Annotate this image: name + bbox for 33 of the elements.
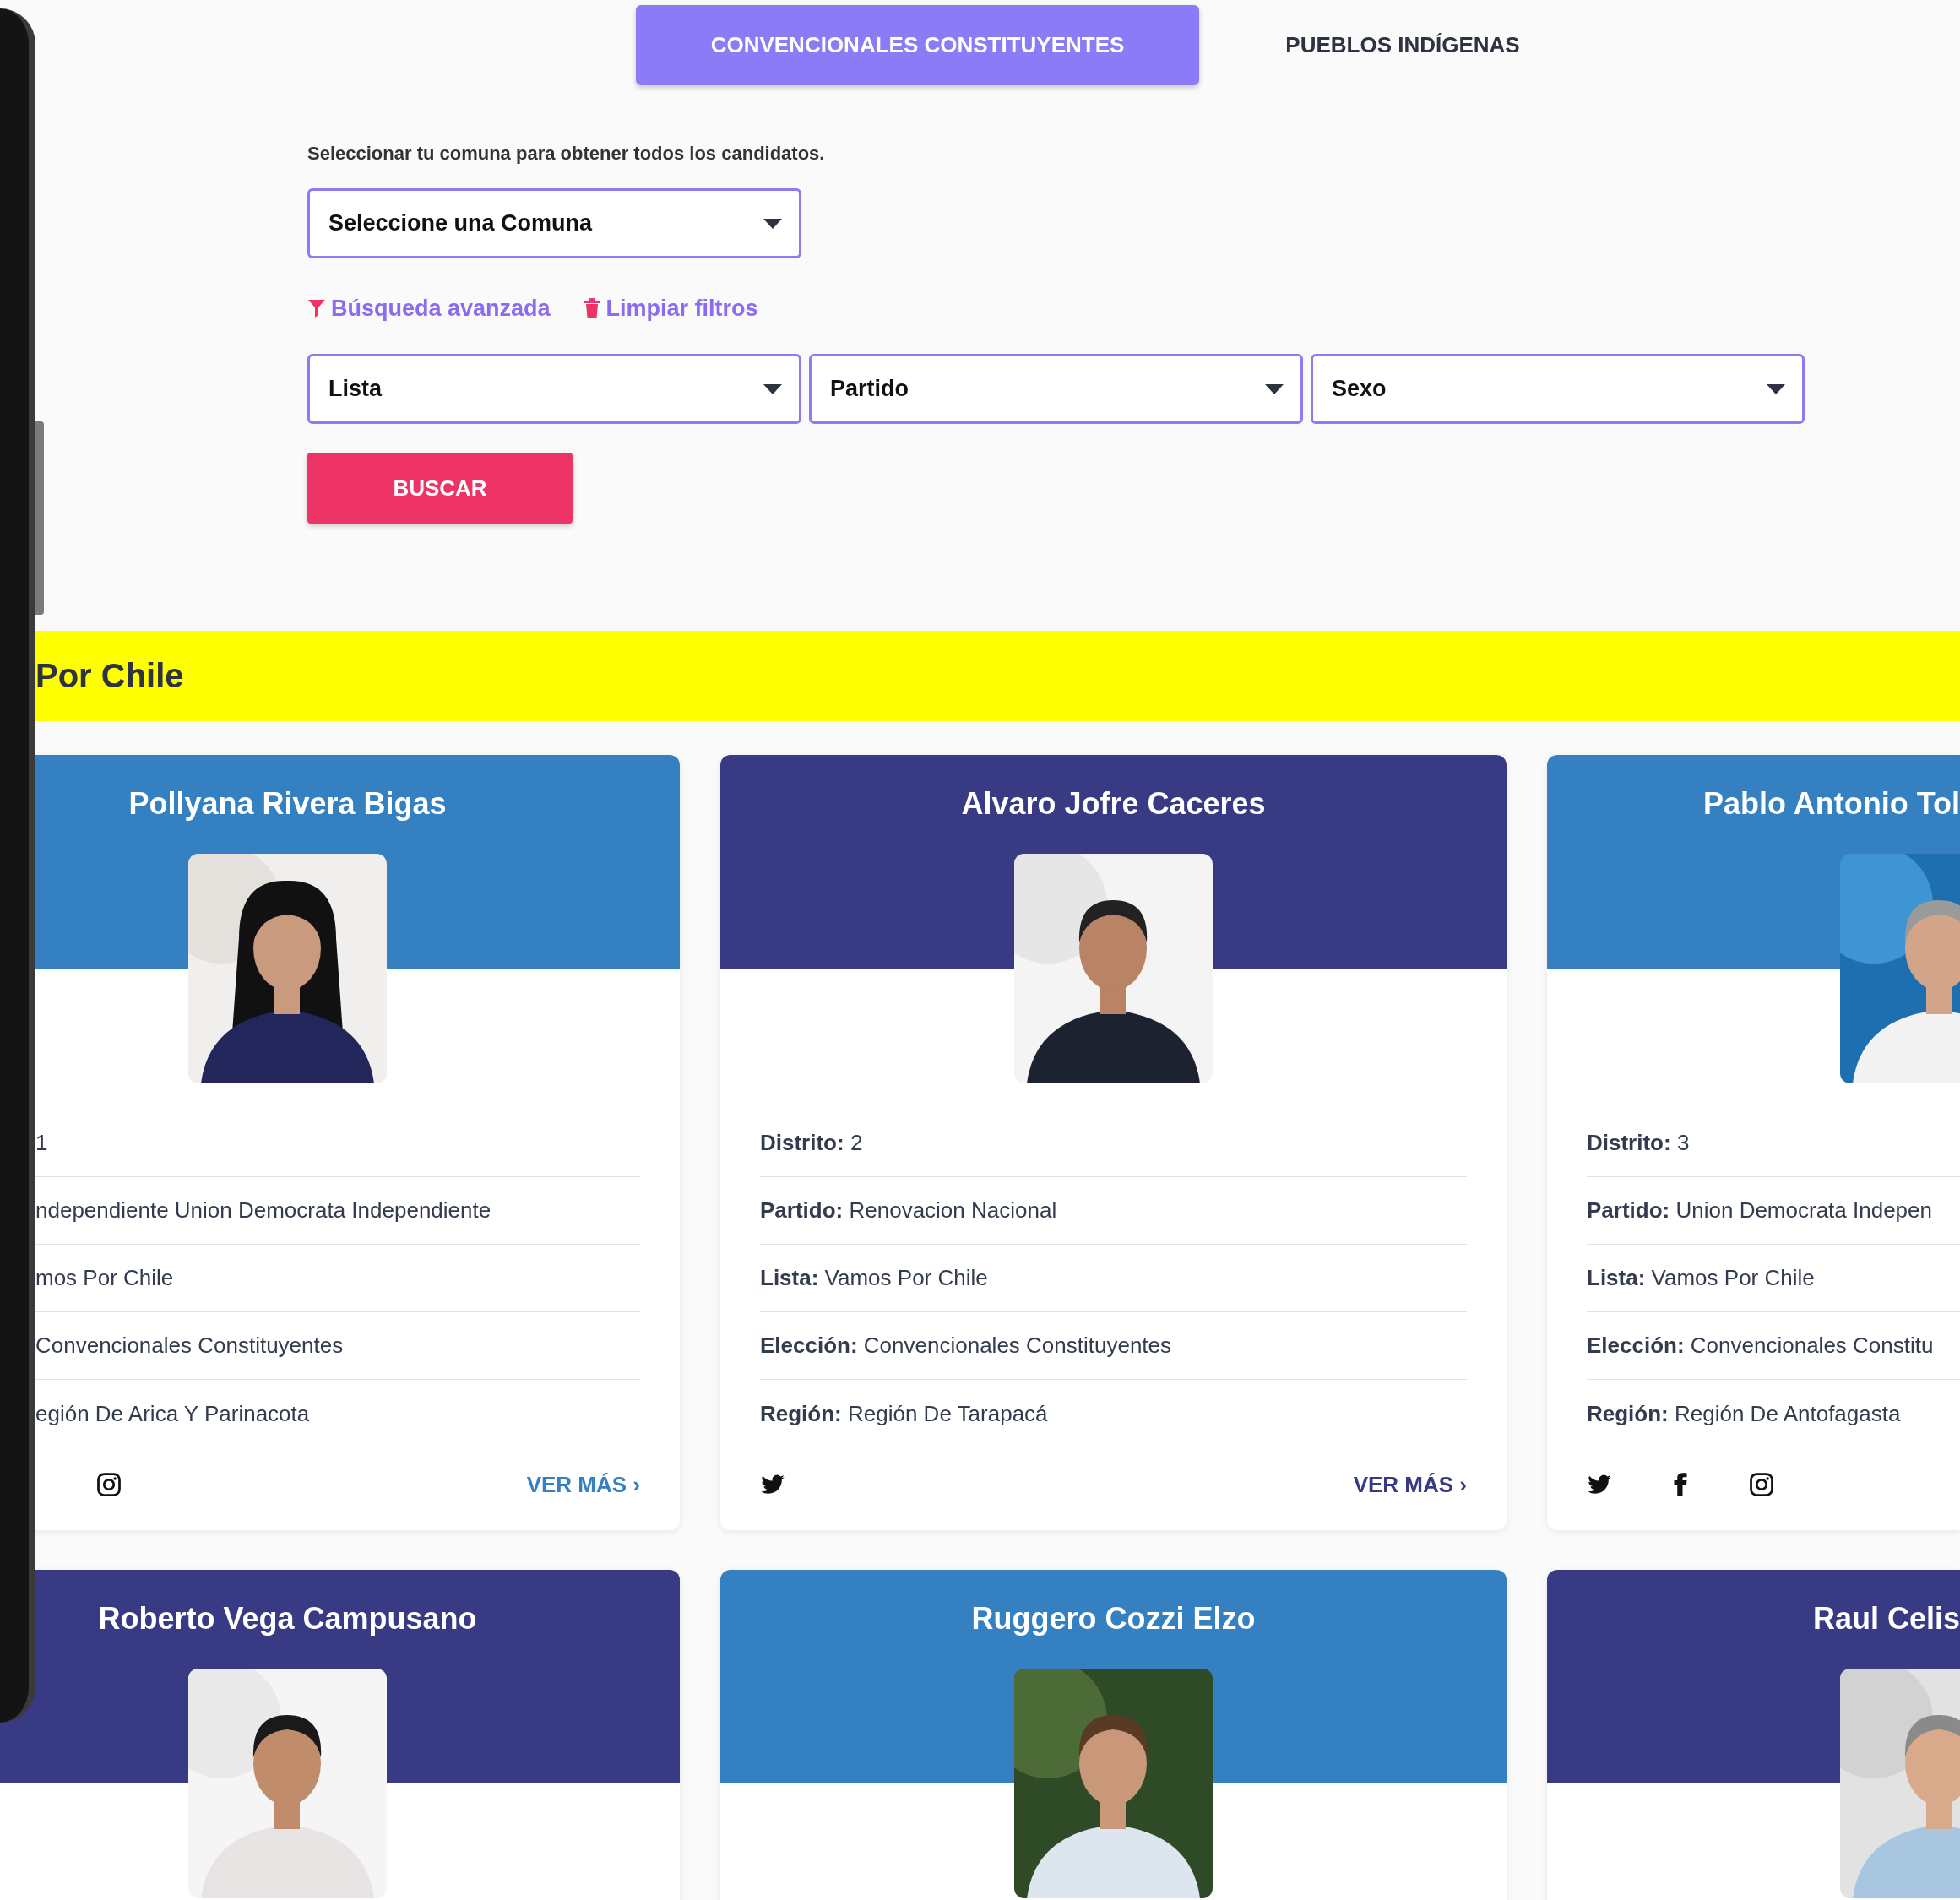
- detail-text: Convencionales Constituyentes: [35, 1333, 344, 1359]
- detail-text: Región: Región De Tarapacá: [760, 1400, 1048, 1427]
- search-button[interactable]: BUSCAR: [307, 453, 573, 524]
- see-more-link[interactable]: VER MÁS ›: [1353, 1471, 1467, 1498]
- detail-text: Región: Región De Antofagasta: [1587, 1400, 1901, 1427]
- comuna-select[interactable]: Seleccione una Comuna: [307, 188, 801, 258]
- detail-text: Lista: Vamos Por Chile: [1587, 1265, 1815, 1291]
- detail-text: Lista: Vamos Por Chile: [760, 1265, 988, 1291]
- detail-text: Partido: Renovacion Nacional: [760, 1197, 1057, 1224]
- candidate-name: Pollyana Rivera Bigas: [128, 785, 448, 822]
- candidate-name: Ruggero Cozzi Elzo: [970, 1600, 1257, 1637]
- instruction-text: Seleccionar tu comuna para obtener todos los candidatos.: [307, 143, 825, 165]
- detail-text: Elección: Convencionales Constitu: [1587, 1333, 1934, 1359]
- filter-select[interactable]: Sexo: [1311, 354, 1805, 424]
- detail-text: Partido: Union Democrata Indepen: [1587, 1197, 1932, 1224]
- detail-text: ndependiente Union Democrata Independiente: [35, 1197, 491, 1224]
- clear-filters-link[interactable]: Limpiar filtros: [582, 295, 758, 322]
- detail-text: Elección: Convencionales Constituyentes: [760, 1333, 1172, 1359]
- detail-text: mos Por Chile: [35, 1265, 174, 1291]
- tab[interactable]: PUEBLOS INDÍGENAS: [1199, 5, 1606, 85]
- detail-text: 1: [35, 1130, 48, 1156]
- detail-text: egión De Arica Y Parinacota: [35, 1400, 310, 1427]
- detail-text: Distrito: 3: [1587, 1130, 1690, 1156]
- candidate-name: Pablo Antonio Tol: [1702, 785, 1960, 822]
- candidate-name: Alvaro Jofre Caceres: [960, 785, 1267, 822]
- candidate-name: Raul Celis: [1811, 1600, 1960, 1637]
- filter-select[interactable]: Lista: [307, 354, 801, 424]
- detail-text: Distrito: 2: [760, 1130, 863, 1156]
- filter-select[interactable]: Partido: [809, 354, 1303, 424]
- see-more-link[interactable]: VER MÁS ›: [526, 1471, 640, 1498]
- candidate-name: Roberto Vega Campusano: [97, 1600, 478, 1637]
- advanced-search-link[interactable]: Búsqueda avanzada: [307, 295, 551, 322]
- group-title: Por Chile: [35, 657, 184, 695]
